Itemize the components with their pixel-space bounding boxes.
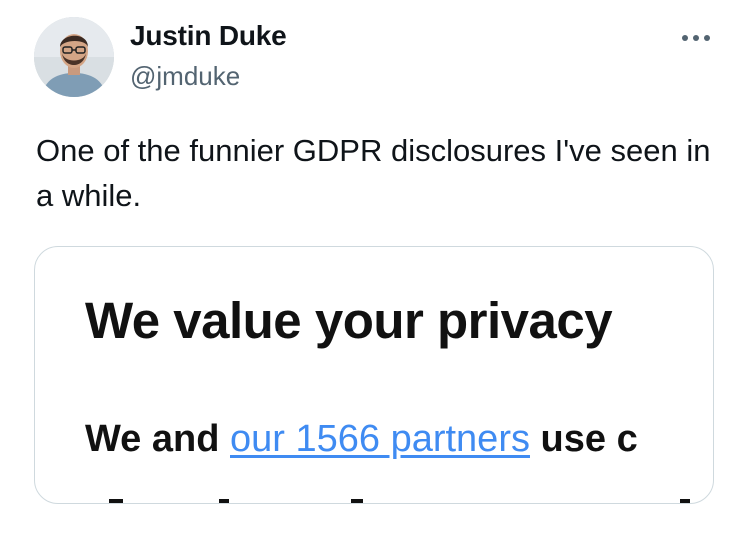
- consent-body-prefix: We and: [85, 418, 220, 460]
- consent-body: We and our 1566 partners use c: [85, 415, 638, 463]
- screenshot-content: We value your privacy We and our 1566 pa…: [35, 247, 713, 503]
- consent-heading: We value your privacy: [85, 292, 613, 349]
- more-horizontal-icon[interactable]: [676, 26, 716, 50]
- profile-photo-icon: [34, 17, 114, 97]
- partners-link: our 1566 partners: [230, 418, 530, 460]
- tweet-text: One of the funnier GDPR disclosures I've…: [36, 133, 711, 213]
- author-avatar[interactable]: [34, 17, 114, 97]
- author-handle[interactable]: @jmduke: [130, 58, 240, 94]
- author-display-name[interactable]: Justin Duke: [130, 18, 287, 54]
- cut-off-text-fragments: [109, 499, 690, 503]
- tweet-media-image[interactable]: We value your privacy We and our 1566 pa…: [34, 246, 714, 504]
- consent-body-suffix: use c: [540, 418, 638, 460]
- tweet: Justin Duke @jmduke One of the funnier G…: [0, 0, 750, 534]
